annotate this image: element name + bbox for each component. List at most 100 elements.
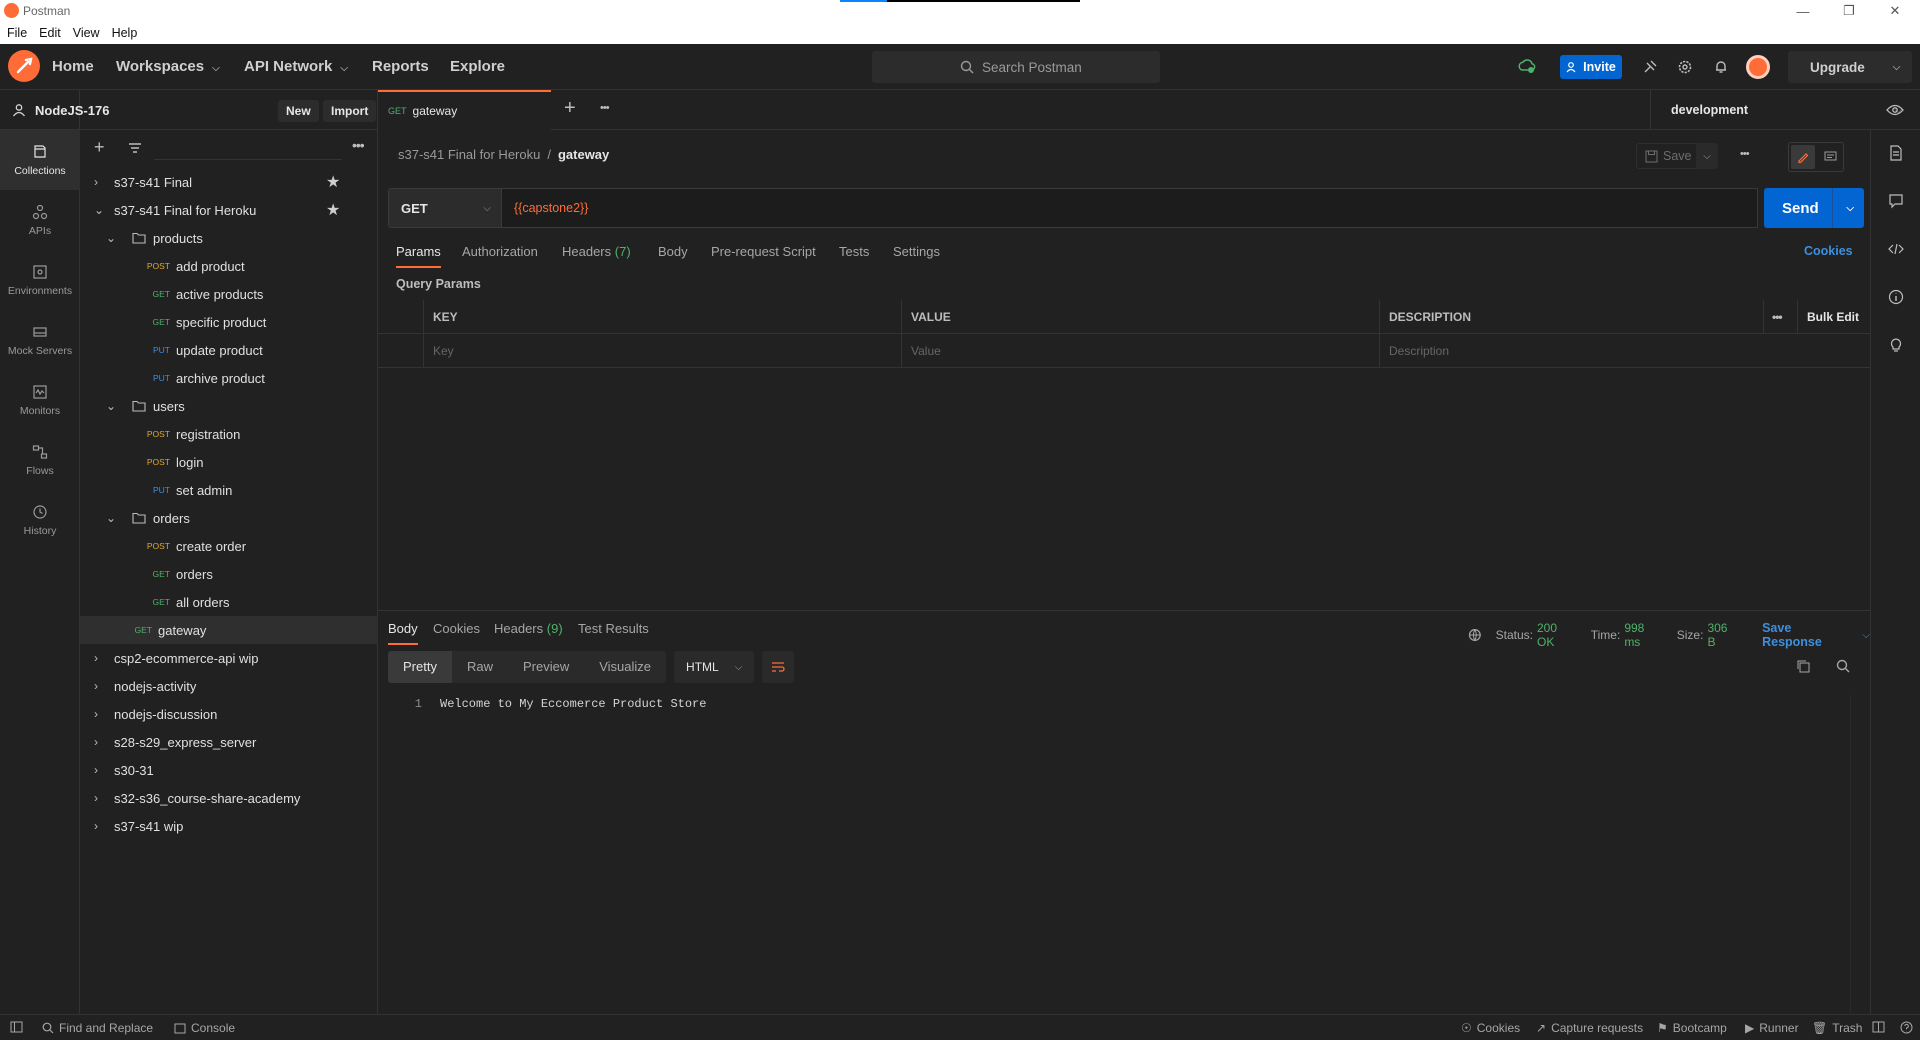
tab-body[interactable]: Body: [658, 244, 688, 259]
nav-explore[interactable]: Explore: [450, 58, 505, 75]
breadcrumb-current[interactable]: gateway: [558, 147, 609, 162]
environment-quick-look-icon[interactable]: [1886, 104, 1904, 116]
tab-headers[interactable]: Headers (7): [562, 244, 631, 259]
menu-edit[interactable]: Edit: [39, 26, 61, 40]
chevron-down-icon[interactable]: ⌄: [106, 399, 120, 413]
save-options-chevron-icon[interactable]: ⌵: [1696, 143, 1718, 169]
postman-home-logo-icon[interactable]: [8, 50, 40, 82]
rail-item-apis[interactable]: APIs: [0, 190, 80, 250]
value-input[interactable]: Value: [902, 334, 1380, 368]
notifications-bell-icon[interactable]: [1713, 59, 1729, 75]
avatar[interactable]: [1746, 55, 1770, 79]
nav-api-network[interactable]: API Network ⌵: [244, 58, 348, 75]
invite-button[interactable]: Invite: [1560, 55, 1622, 79]
chevron-right-icon[interactable]: ›: [94, 175, 108, 189]
save-button[interactable]: Save: [1636, 143, 1701, 169]
new-tab-icon[interactable]: +: [564, 97, 576, 120]
tab-authorization[interactable]: Authorization: [462, 244, 538, 259]
format-pretty[interactable]: Pretty: [388, 651, 452, 683]
find-replace-button[interactable]: Find and Replace: [42, 1021, 153, 1035]
environment-selector[interactable]: development ⌵: [1650, 90, 1920, 130]
filter-icon[interactable]: [128, 142, 142, 154]
url-input[interactable]: {{capstone2}}: [502, 188, 1758, 228]
language-select[interactable]: HTML ⌵: [674, 651, 755, 683]
trash-button[interactable]: 🗑 Trash: [1812, 1021, 1862, 1035]
request-item[interactable]: PUT archive product: [80, 364, 378, 392]
method-select[interactable]: GET ⌵: [388, 188, 502, 228]
tab-params[interactable]: Params: [396, 244, 441, 268]
request-item[interactable]: POST create order: [80, 532, 378, 560]
satellite-icon[interactable]: [1642, 59, 1658, 75]
tab-gateway[interactable]: GET gateway: [378, 90, 551, 130]
request-item[interactable]: GET gateway: [80, 616, 378, 644]
help-icon[interactable]: [1900, 1021, 1913, 1034]
request-item[interactable]: POST add product: [80, 252, 378, 280]
documentation-icon[interactable]: [1888, 145, 1904, 161]
request-item[interactable]: POST registration: [80, 420, 378, 448]
more-options-icon[interactable]: •••: [352, 137, 365, 153]
bulk-edit-button[interactable]: Bulk Edit: [1798, 300, 1870, 334]
format-raw[interactable]: Raw: [451, 651, 508, 683]
edit-pencil-icon[interactable]: [1791, 145, 1815, 169]
rail-item-monitors[interactable]: Monitors: [0, 370, 80, 430]
code-snippet-icon[interactable]: [1888, 241, 1904, 257]
chevron-right-icon[interactable]: ›: [94, 819, 108, 833]
send-button[interactable]: Send ⌵: [1764, 188, 1864, 228]
comments-icon[interactable]: [1888, 193, 1904, 209]
two-pane-view-icon[interactable]: [1872, 1021, 1885, 1033]
collection-item[interactable]: › s28-s29_express_server: [80, 728, 378, 756]
request-item[interactable]: GET orders: [80, 560, 378, 588]
info-icon[interactable]: [1888, 289, 1904, 305]
collection-item[interactable]: › nodejs-discussion: [80, 700, 378, 728]
nav-workspaces[interactable]: Workspaces ⌵: [116, 58, 220, 75]
lightbulb-icon[interactable]: [1888, 337, 1904, 353]
chevron-down-icon[interactable]: ⌵: [1862, 630, 1870, 641]
filter-input[interactable]: [154, 136, 342, 160]
nav-home[interactable]: Home: [52, 58, 94, 75]
menu-file[interactable]: File: [7, 26, 27, 40]
folder-item[interactable]: ⌄ users: [80, 392, 378, 420]
request-item[interactable]: POST login: [80, 448, 378, 476]
format-visualize[interactable]: Visualize: [584, 651, 667, 683]
rail-item-flows[interactable]: Flows: [0, 430, 80, 490]
chevron-down-icon[interactable]: ⌄: [94, 203, 108, 217]
folder-item[interactable]: ⌄ products: [80, 224, 378, 252]
response-scrollbar[interactable]: [1850, 695, 1866, 1013]
collection-item[interactable]: ⌄ s37-s41 Final for Heroku ★: [80, 196, 378, 224]
capture-requests-button[interactable]: ↗ Capture requests: [1536, 1021, 1643, 1035]
chevron-right-icon[interactable]: ›: [94, 763, 108, 777]
tab-settings[interactable]: Settings: [893, 244, 940, 259]
key-input[interactable]: Key: [424, 334, 902, 368]
request-item[interactable]: PUT set admin: [80, 476, 378, 504]
cookies-link[interactable]: Cookies: [1804, 244, 1853, 258]
request-options-icon[interactable]: •••: [1740, 148, 1750, 160]
breadcrumb-parent[interactable]: s37-s41 Final for Heroku: [398, 147, 540, 162]
collection-item[interactable]: › s30-31: [80, 756, 378, 784]
folder-item[interactable]: ⌄ orders: [80, 504, 378, 532]
request-item[interactable]: PUT update product: [80, 336, 378, 364]
request-item[interactable]: GET all orders: [80, 588, 378, 616]
menu-help[interactable]: Help: [112, 26, 138, 40]
add-collection-icon[interactable]: +: [94, 137, 105, 158]
chevron-right-icon[interactable]: ›: [94, 651, 108, 665]
copy-icon[interactable]: [1796, 659, 1810, 673]
tab-options-icon[interactable]: •••: [600, 102, 610, 114]
search-input[interactable]: Search Postman: [872, 51, 1160, 83]
chevron-right-icon[interactable]: ›: [94, 707, 108, 721]
console-button[interactable]: Console: [174, 1021, 235, 1035]
comments-icon[interactable]: [1818, 145, 1842, 169]
chevron-right-icon[interactable]: ›: [94, 679, 108, 693]
minimize-icon[interactable]: —: [1780, 0, 1826, 22]
chevron-down-icon[interactable]: ⌄: [106, 231, 120, 245]
rail-item-collections[interactable]: Collections: [0, 130, 80, 190]
save-response-button[interactable]: Save Response: [1762, 621, 1852, 649]
sync-status-icon[interactable]: [1518, 58, 1536, 74]
request-item[interactable]: GET specific product: [80, 308, 378, 336]
menu-view[interactable]: View: [73, 26, 100, 40]
upgrade-button[interactable]: Upgrade ⌵: [1788, 51, 1912, 83]
rail-item-history[interactable]: History: [0, 490, 80, 550]
close-window-icon[interactable]: ✕: [1872, 0, 1918, 22]
collection-item[interactable]: › s37-s41 Final ★: [80, 168, 378, 196]
collection-item[interactable]: › s32-s36_course-share-academy: [80, 784, 378, 812]
chevron-right-icon[interactable]: ›: [94, 735, 108, 749]
